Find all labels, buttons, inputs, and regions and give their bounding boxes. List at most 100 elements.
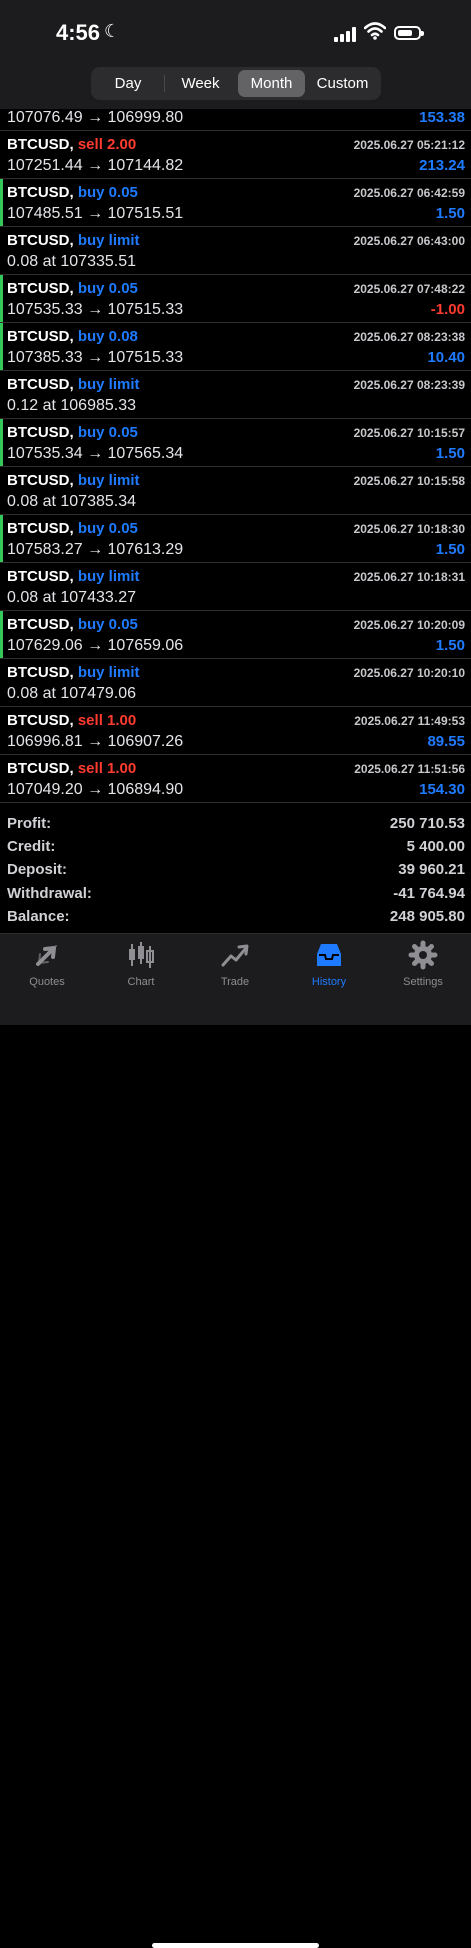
trade-date: 2025.06.27 05:21:12 <box>353 138 465 152</box>
tab-quotes[interactable]: Quotes <box>0 940 94 988</box>
trade-date: 2025.06.27 10:15:57 <box>353 426 465 440</box>
trade-prices: 0.08 at 107335.51 <box>7 253 137 270</box>
trade-symbol: BTCUSD, <box>7 232 74 249</box>
trade-profit: 89.55 <box>427 733 465 750</box>
inbox-tray-icon <box>317 944 341 966</box>
trade-type: buy limit <box>77 472 140 489</box>
period-week[interactable]: Week <box>165 70 236 97</box>
trade-date: 2025.06.27 11:49:53 <box>354 714 465 728</box>
trade-prices: 107535.33 → 107515.33 <box>7 301 184 318</box>
period-month[interactable]: Month <box>238 70 305 97</box>
moon-icon: ☾ <box>104 21 121 41</box>
trade-profit: 154.30 <box>419 781 465 798</box>
cellular-signal-icon <box>334 26 358 42</box>
trade-profit: 153.38 <box>419 109 465 126</box>
trade-title: BTCUSD, buy 0.05 <box>7 520 138 537</box>
tab-label: History <box>311 976 347 988</box>
tab-history[interactable]: History <box>282 940 376 988</box>
bottom-tab-bar: Quotes Chart Trade History Settings <box>0 933 471 1948</box>
trade-row[interactable]: BTCUSD, buy 0.05 2025.06.27 06:42:59 10748… <box>0 179 471 227</box>
trade-prices: 107251.44 → 107144.82 <box>7 157 184 174</box>
trade-row[interactable]: BTCUSD, buy 0.05 2025.06.27 10:20:09 10762… <box>0 611 471 659</box>
trade-type: sell 1.00 <box>77 760 137 777</box>
trade-row[interactable]: BTCUSD, sell 2.00 2025.06.27 05:21:12 1072… <box>0 131 471 179</box>
trade-prices: 0.08 at 107385.34 <box>7 493 137 510</box>
trade-symbol: BTCUSD, <box>7 376 74 393</box>
trade-row[interactable]: BTCUSD, buy limit 2025.06.27 10:15:58 0.08… <box>0 467 471 515</box>
trade-profit: 213.24 <box>419 157 465 174</box>
trade-row[interactable]: BTCUSD, buy 0.05 2025.06.27 10:18:30 10758… <box>0 515 471 563</box>
trade-prices: 107385.33 → 107515.33 <box>7 349 184 366</box>
trade-profit: 1.50 <box>435 637 465 654</box>
trade-prices: 106996.81 → 106907.26 <box>7 733 184 750</box>
tab-chart[interactable]: Chart <box>94 940 188 988</box>
trade-date: 2025.06.27 06:42:59 <box>353 186 465 200</box>
trade-type: buy 0.05 <box>77 616 138 633</box>
trade-date: 2025.06.27 10:20:09 <box>353 618 465 632</box>
trade-row[interactable]: BTCUSD, buy limit 2025.06.27 06:43:00 0.08… <box>0 227 471 275</box>
trade-row[interactable]: BTCUSD, buy limit 2025.06.27 08:23:39 0.12… <box>0 371 471 419</box>
summary-value: 39 960.21 <box>398 861 465 879</box>
position-marker <box>0 275 3 322</box>
tab-settings[interactable]: Settings <box>376 940 470 988</box>
trade-symbol: BTCUSD, <box>7 424 74 441</box>
trade-prices: 107583.27 → 107613.29 <box>7 541 184 558</box>
trade-date: 2025.06.27 08:23:38 <box>353 330 465 344</box>
trade-prices: 107629.06 → 107659.06 <box>7 637 184 654</box>
wifi-icon <box>364 22 386 40</box>
trade-type: buy limit <box>77 376 140 393</box>
trend-line-icon <box>221 944 249 967</box>
trade-date: 2025.06.27 10:15:58 <box>353 474 465 488</box>
trade-symbol: BTCUSD, <box>7 664 74 681</box>
summary-label: Deposit: <box>7 861 67 879</box>
summary-label: Withdrawal: <box>7 884 92 902</box>
trade-type: buy limit <box>77 232 140 249</box>
trade-title: BTCUSD, buy 0.05 <box>7 280 138 297</box>
tab-label: Quotes <box>29 976 65 988</box>
status-time: 4:56 <box>56 20 101 45</box>
trade-title: BTCUSD, buy limit <box>7 568 140 585</box>
trade-prices: 107076.49 → 106999.80 <box>7 109 184 126</box>
trade-row[interactable]: BTCUSD, sell 1.00 2025.06.27 11:51:56 1070… <box>0 755 471 803</box>
trade-symbol: BTCUSD, <box>7 472 74 489</box>
summary-withdrawal: Withdrawal: -41 764.94 <box>0 882 471 905</box>
trade-title: BTCUSD, buy 0.05 <box>7 616 138 633</box>
trade-symbol: BTCUSD, <box>7 280 74 297</box>
trade-prices: 0.08 at 107479.06 <box>7 685 137 702</box>
gear-icon <box>408 940 438 970</box>
summary-value: 248 905.80 <box>389 907 465 925</box>
trade-row[interactable]: BTCUSD, buy limit 2025.06.27 10:18:31 0.08… <box>0 563 471 611</box>
trade-prices: 0.12 at 106985.33 <box>7 397 137 414</box>
trade-row[interactable]: BTCUSD, buy limit 2025.06.27 10:20:10 0.08… <box>0 659 471 707</box>
trade-title: BTCUSD, buy 0.08 <box>7 328 138 345</box>
trade-type: buy 0.05 <box>77 520 138 537</box>
position-marker <box>0 323 3 370</box>
summary-value: 5 400.00 <box>406 838 465 856</box>
trade-profit: 10.40 <box>427 349 465 366</box>
trade-title: BTCUSD, buy limit <box>7 664 140 681</box>
account-summary: Profit: 250 710.53 Credit: 5 400.00 Depo… <box>0 812 471 928</box>
trade-symbol: BTCUSD, <box>7 136 74 153</box>
trade-title: BTCUSD, buy limit <box>7 376 140 393</box>
trade-row[interactable]: 107076.49 → 106999.80 153.38 <box>0 109 471 131</box>
summary-balance: Balance: 248 905.80 <box>0 905 471 928</box>
trade-title: BTCUSD, sell 2.00 <box>7 136 136 153</box>
candlestick-icon <box>129 942 154 968</box>
trade-type: buy limit <box>77 664 140 681</box>
period-day[interactable]: Day <box>94 70 162 97</box>
position-marker <box>0 611 3 658</box>
trade-type: buy 0.05 <box>77 424 138 441</box>
trade-symbol: BTCUSD, <box>7 520 74 537</box>
trade-row[interactable]: BTCUSD, buy 0.05 2025.06.27 10:15:57 10753… <box>0 419 471 467</box>
period-segmented-control: Day Week Month Custom <box>91 67 381 100</box>
period-custom[interactable]: Custom <box>307 70 378 97</box>
summary-deposit: Deposit: 39 960.21 <box>0 858 471 881</box>
tab-trade[interactable]: Trade <box>188 940 282 988</box>
trade-profit: 1.50 <box>435 445 465 462</box>
trade-date: 2025.06.27 10:18:31 <box>353 570 465 584</box>
trade-prices: 107535.34 → 107565.34 <box>7 445 184 462</box>
trade-row[interactable]: BTCUSD, sell 1.00 2025.06.27 11:49:53 1069… <box>0 707 471 755</box>
trade-row[interactable]: BTCUSD, buy 0.08 2025.06.27 08:23:38 10738… <box>0 323 471 371</box>
trade-row[interactable]: BTCUSD, buy 0.05 2025.06.27 07:48:22 10753… <box>0 275 471 323</box>
trade-type: sell 1.00 <box>77 712 137 729</box>
